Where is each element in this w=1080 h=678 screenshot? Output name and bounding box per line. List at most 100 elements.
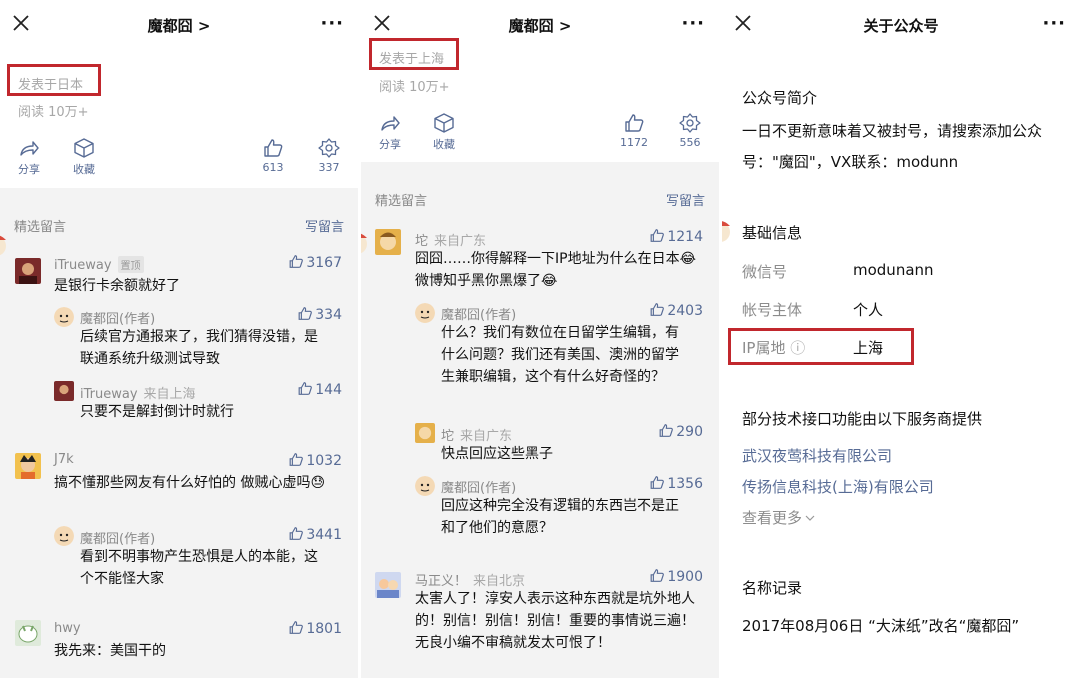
wow-count: 337	[318, 161, 340, 174]
commenter-name-text: iTrueway	[54, 258, 112, 273]
collect-button[interactable]: 收藏	[73, 138, 95, 177]
thumbs-up-icon	[289, 527, 304, 540]
author-avatar[interactable]	[415, 303, 435, 323]
reply-text: 回应这种完全没有逻辑的东西岂不是正和了他们的意愿？	[441, 498, 679, 536]
providers-heading: 部分技术接口功能由以下服务商提供	[742, 410, 983, 428]
more-menu-icon[interactable]: ···	[320, 13, 344, 34]
reply-author-name: 魔都囧(作者)	[441, 308, 517, 323]
avatar[interactable]	[54, 381, 74, 401]
reply-author-name: 魔都囧(作者)	[441, 481, 517, 496]
wow-icon	[679, 113, 701, 133]
commenter-location: 来自广东	[434, 234, 487, 249]
comments-section: 精选留言 写留言 iTrueway 置顶 3167 是银行卡余额就好了 魔都囧(作…	[0, 188, 358, 678]
reply-like[interactable]: 2403	[649, 302, 703, 319]
reply-text: 什么？我们有数位在日留学生编辑，有什么问题？我们还有美国、澳洲的留学生兼职编辑，…	[441, 325, 679, 385]
account-title[interactable]: 魔都囧 >	[0, 15, 358, 36]
like-count: 2403	[667, 303, 703, 319]
write-comment-link[interactable]: 写留言	[666, 190, 705, 209]
see-more-text: 查看更多	[742, 509, 803, 527]
commenter-location: 来自上海	[143, 387, 196, 402]
reply-author-name: 魔都囧(作者)	[80, 312, 156, 327]
thumbs-up-icon	[625, 114, 644, 132]
avatar[interactable]	[15, 258, 41, 284]
comment-like[interactable]: 1032	[288, 452, 342, 469]
commenter-name: iTrueway 置顶	[54, 256, 144, 273]
like-count: 1900	[667, 569, 703, 585]
reply-like[interactable]: 1356	[649, 475, 703, 492]
provider-link[interactable]: 武汉夜莺科技有限公司	[742, 445, 892, 466]
share-button[interactable]: 分享	[379, 113, 401, 152]
like-count: 3441	[306, 527, 342, 543]
intro-text: 一日不更新意味着又被封号，请搜索添加公众号："魔囧"，VX联系：modunn	[742, 122, 1043, 171]
wechat-id-value: modunann	[853, 261, 934, 279]
like-button[interactable]: 1172	[620, 113, 648, 149]
reply-author-name: 魔都囧(作者)	[80, 532, 156, 547]
reply-like[interactable]: 334	[297, 306, 342, 323]
comment-like[interactable]: 1214	[649, 228, 703, 245]
reply-text: 只要不是解封倒计时就行	[80, 404, 234, 420]
reply-text: 看到不明事物产生恐惧是人的本能，这个不能怪大家	[80, 549, 318, 587]
avatar[interactable]	[15, 453, 41, 479]
wow-button[interactable]: 337	[318, 138, 340, 174]
reply-like[interactable]: 144	[297, 381, 342, 398]
comment-text: 我先来：美国干的	[54, 643, 166, 659]
top-nav: 魔都囧 > ···	[0, 0, 358, 48]
read-count: 阅读 10万+	[379, 80, 450, 95]
comment-text: 囧囧……你得解释一下IP地址为什么在日本😂微博知乎黑你黑爆了😂	[415, 251, 696, 289]
see-more-link[interactable]: 查看更多	[742, 507, 816, 528]
comment-like[interactable]: 3167	[288, 254, 342, 271]
share-label: 分享	[379, 138, 401, 151]
commenter-name-text: 坨	[415, 234, 429, 249]
avatar[interactable]	[415, 423, 435, 443]
provider-link[interactable]: 传扬信息科技(上海)有限公司	[742, 476, 934, 497]
like-button[interactable]: 613	[262, 138, 284, 174]
share-button[interactable]: 分享	[18, 138, 40, 177]
author-avatar[interactable]	[54, 307, 74, 327]
author-avatar[interactable]	[415, 476, 435, 496]
collect-icon	[434, 113, 454, 133]
thumbs-up-icon	[650, 476, 665, 489]
chevron-down-icon	[805, 515, 815, 521]
like-count: 1801	[306, 621, 342, 637]
comment-text: 太害人了！淳安人表示这种东西就是坑外地人的！别信！别信！别信！重要的事情说三遍！…	[415, 591, 695, 651]
wow-button[interactable]: 556	[679, 113, 701, 149]
name-history-text: 2017年08月06日 “大沫纸”改名“魔都囧”	[742, 617, 1020, 635]
collect-label: 收藏	[433, 138, 455, 151]
pinned-badge: 置顶	[117, 256, 144, 273]
thumbs-up-icon	[298, 382, 313, 395]
highlight-box	[369, 38, 459, 70]
comment-like[interactable]: 1801	[288, 620, 342, 637]
author-avatar[interactable]	[54, 526, 74, 546]
thumbs-up-icon	[659, 424, 674, 437]
like-count: 334	[315, 307, 342, 323]
thumbs-up-icon	[289, 621, 304, 634]
reply-like[interactable]: 3441	[288, 526, 342, 543]
owner-label: 帐号主体	[742, 301, 803, 319]
wow-icon	[318, 138, 340, 158]
avatar[interactable]	[375, 229, 401, 255]
avatar[interactable]	[375, 572, 401, 598]
write-comment-link[interactable]: 写留言	[305, 216, 344, 235]
comments-section: 精选留言 写留言 坨来自广东 1214 囧囧……你得解释一下IP地址为什么在日本…	[361, 162, 719, 678]
share-icon	[20, 141, 39, 156]
like-count: 290	[676, 424, 703, 440]
more-menu-icon[interactable]: ···	[1042, 13, 1066, 34]
avatar[interactable]	[15, 620, 41, 646]
more-menu-icon[interactable]: ···	[681, 13, 705, 34]
commenter-name: iTrueway 来自上海	[80, 383, 196, 402]
read-count: 阅读 10万+	[18, 105, 89, 120]
highlight-box	[728, 328, 914, 365]
wow-count: 556	[679, 136, 701, 149]
thumbs-up-icon	[289, 255, 304, 268]
panel-divider	[719, 0, 722, 678]
account-title[interactable]: 魔都囧 >	[361, 15, 719, 36]
top-nav: 关于公众号 ···	[722, 0, 1080, 48]
thumbs-up-icon	[298, 307, 313, 320]
name-history-heading: 名称记录	[742, 579, 803, 597]
comment-text: 是银行卡余额就好了	[54, 278, 180, 294]
reply-like[interactable]: 290	[658, 423, 703, 440]
basic-info-heading: 基础信息	[742, 224, 803, 242]
commenter-location: 来自北京	[473, 574, 526, 589]
collect-button[interactable]: 收藏	[433, 113, 455, 152]
comment-like[interactable]: 1900	[649, 568, 703, 585]
